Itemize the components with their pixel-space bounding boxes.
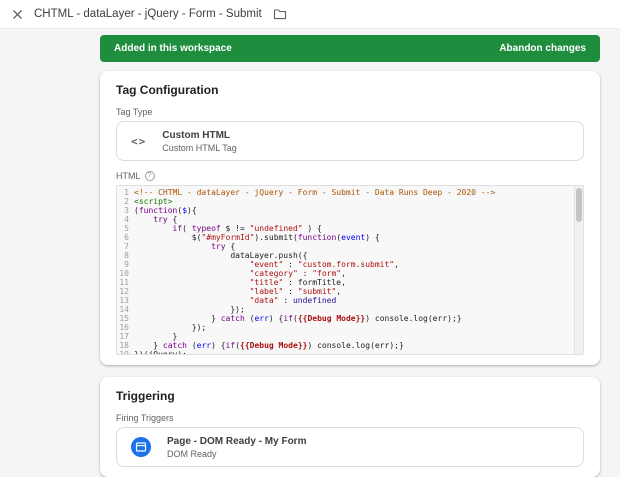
- close-icon[interactable]: [12, 9, 23, 20]
- tag-type-info: Custom HTML Custom HTML Tag: [162, 130, 237, 153]
- firing-triggers-label: Firing Triggers: [116, 413, 584, 423]
- page-title: CHTML - dataLayer - jQuery - Form - Subm…: [34, 8, 262, 20]
- code-lines: 1<!-- CHTML - dataLayer - jQuery - Form …: [117, 188, 583, 355]
- help-icon[interactable]: ?: [145, 171, 155, 181]
- html-code-editor[interactable]: 1<!-- CHTML - dataLayer - jQuery - Form …: [116, 185, 584, 355]
- workspace-banner: Added in this workspace Abandon changes: [100, 35, 600, 62]
- tag-type-description: Custom HTML Tag: [162, 143, 237, 153]
- banner-message: Added in this workspace: [114, 43, 232, 54]
- tag-type-label: Tag Type: [116, 107, 584, 117]
- editor-scrollbar-thumb[interactable]: [576, 188, 582, 222]
- gtm-tag-editor: CHTML - dataLayer - jQuery - Form - Subm…: [0, 0, 620, 477]
- trigger-name: Page - DOM Ready - My Form: [167, 436, 306, 447]
- header: CHTML - dataLayer - jQuery - Form - Subm…: [0, 0, 620, 29]
- triggering-title: Triggering: [116, 389, 584, 403]
- tag-configuration-title: Tag Configuration: [116, 83, 584, 97]
- content-area: Added in this workspace Abandon changes …: [0, 29, 620, 477]
- trigger-row[interactable]: Page - DOM Ready - My Form DOM Ready: [116, 427, 584, 467]
- code-brackets-icon: <>: [131, 135, 146, 148]
- abandon-changes-button[interactable]: Abandon changes: [499, 43, 586, 54]
- trigger-type: DOM Ready: [167, 449, 306, 459]
- tag-type-name: Custom HTML: [162, 130, 237, 141]
- html-label-text: HTML: [116, 171, 141, 181]
- triggering-card: Triggering Firing Triggers Page - DOM Re…: [100, 377, 600, 477]
- html-field-label: HTML ?: [116, 171, 584, 181]
- tag-type-row[interactable]: <> Custom HTML Custom HTML Tag: [116, 121, 584, 161]
- tag-configuration-card: Tag Configuration Tag Type <> Custom HTM…: [100, 71, 600, 365]
- trigger-info: Page - DOM Ready - My Form DOM Ready: [167, 436, 306, 459]
- folder-icon[interactable]: [273, 8, 287, 20]
- dom-ready-trigger-icon: [131, 437, 151, 457]
- editor-scrollbar[interactable]: [574, 186, 583, 354]
